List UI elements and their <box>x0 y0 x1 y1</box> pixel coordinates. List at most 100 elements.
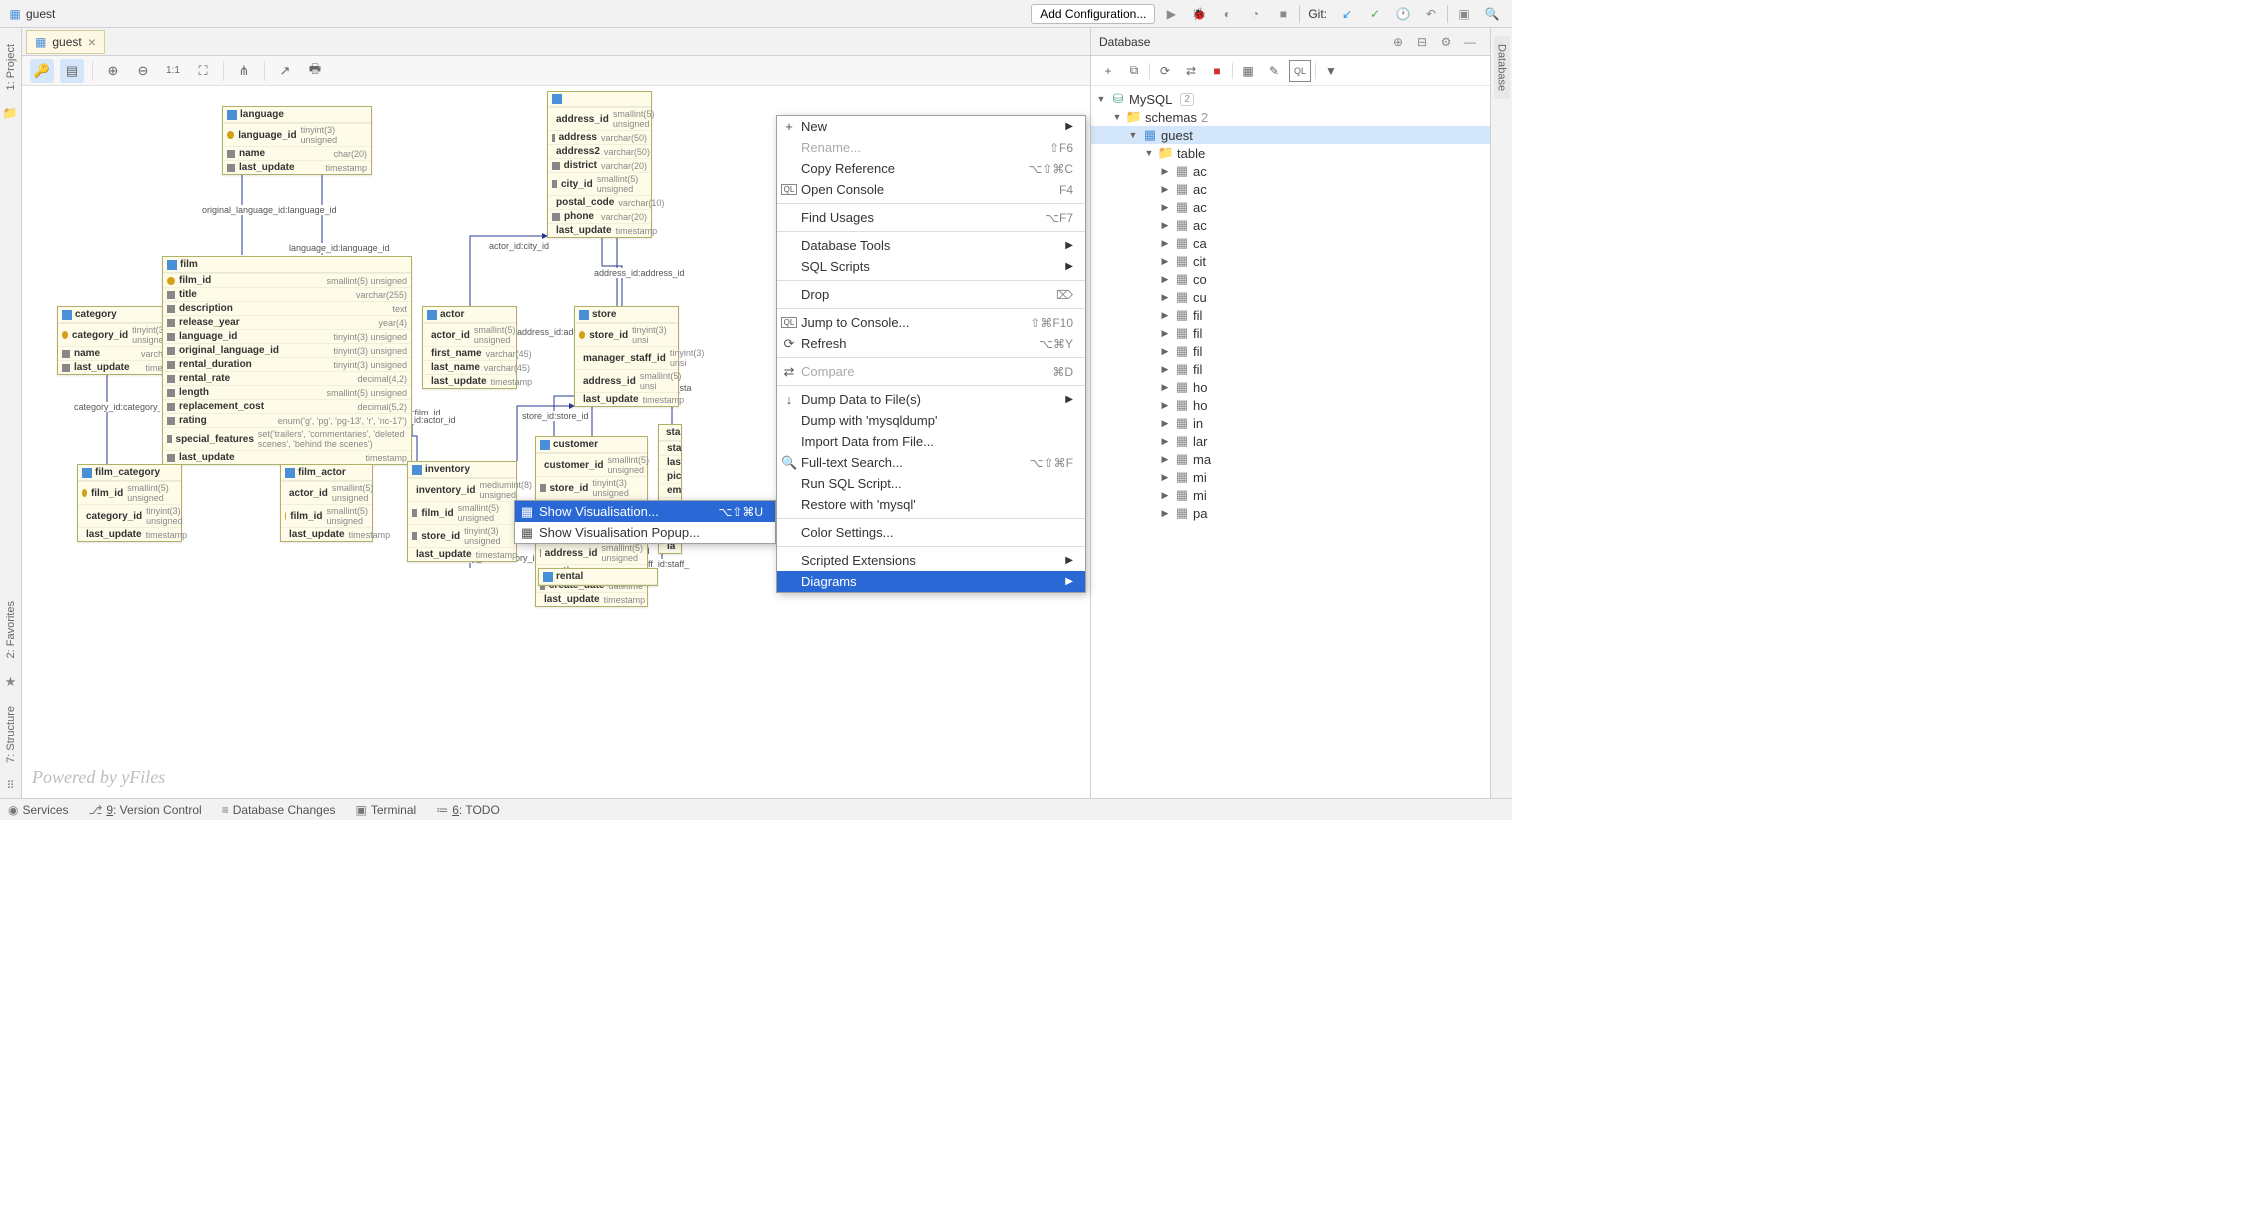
tree-table-item[interactable]: ▶▦in <box>1091 414 1490 432</box>
tree-schemas[interactable]: ▼📁schemas 2 <box>1091 108 1490 126</box>
zoom-out-button[interactable]: ⊖ <box>131 59 155 83</box>
layout-button[interactable]: ⋔ <box>232 59 256 83</box>
tree-table-item[interactable]: ▶▦pa <box>1091 504 1490 522</box>
stop-button[interactable]: ■ <box>1206 60 1228 82</box>
profile-icon[interactable]: ◔ <box>1243 2 1267 26</box>
menu-find-usages[interactable]: Find Usages⌥F7 <box>777 207 1085 228</box>
tree-table-item[interactable]: ▶▦mi <box>1091 468 1490 486</box>
entity-language[interactable]: languagelanguage_idtinyint(3) unsignedna… <box>222 106 372 175</box>
tree-table-item[interactable]: ▶▦ho <box>1091 378 1490 396</box>
entity-[interactable]: address_idsmallint(5) unsignedaddressvar… <box>547 91 652 238</box>
menu-restore-mysql[interactable]: Restore with 'mysql' <box>777 494 1085 515</box>
menu-jump-to-console[interactable]: QLJump to Console...⇧⌘F10 <box>777 312 1085 333</box>
menu-run-sql-script[interactable]: Run SQL Script... <box>777 473 1085 494</box>
zoom-in-button[interactable]: ⊕ <box>101 59 125 83</box>
show-visualisation-item[interactable]: ▦ Show Visualisation... ⌥⇧⌘U <box>515 501 775 522</box>
entity-film_actor[interactable]: film_actoractor_idsmallint(5) unsignedfi… <box>280 464 373 542</box>
print-button[interactable]: 🖶 <box>303 59 327 83</box>
edit-button[interactable]: ✎ <box>1263 60 1285 82</box>
tree-table-item[interactable]: ▶▦ma <box>1091 450 1490 468</box>
db-changes-button[interactable]: ≡Database Changes <box>222 803 336 817</box>
todo-button[interactable]: ≔6: TODO <box>436 803 500 817</box>
menu-dump-data-to-files[interactable]: ↓Dump Data to File(s)▶ <box>777 389 1085 410</box>
sync-button[interactable]: ⇄ <box>1180 60 1202 82</box>
git-commit-icon[interactable]: ✓ <box>1363 2 1387 26</box>
menu-sql-scripts[interactable]: SQL Scripts▶ <box>777 256 1085 277</box>
entity-store[interactable]: storestore_idtinyint(3) unsimanager_staf… <box>574 306 679 407</box>
entity-film[interactable]: filmfilm_idsmallint(5) unsignedtitlevarc… <box>162 256 412 465</box>
diagrams-submenu[interactable]: ▦ Show Visualisation... ⌥⇧⌘U ▦ Show Visu… <box>514 500 776 544</box>
tree-table-item[interactable]: ▶▦ho <box>1091 396 1490 414</box>
tree-table-item[interactable]: ▶▦fil <box>1091 342 1490 360</box>
tree-table-item[interactable]: ▶▦lar <box>1091 432 1490 450</box>
tree-root[interactable]: ▼⛁MySQL2 <box>1091 90 1490 108</box>
entity-inventory[interactable]: inventoryinventory_idmediumint(8) unsign… <box>407 461 517 562</box>
console-button[interactable]: QL <box>1289 60 1311 82</box>
terminal-button[interactable]: ▣Terminal <box>356 803 417 817</box>
minimize-icon[interactable]: — <box>1458 30 1482 54</box>
export-button[interactable]: ↗ <box>273 59 297 83</box>
menu-compare[interactable]: ⇄Compare⌘D <box>777 361 1085 382</box>
target-icon[interactable]: ⊕ <box>1386 30 1410 54</box>
entity-actor[interactable]: actoractor_idsmallint(5) unsignedfirst_n… <box>422 306 517 389</box>
tree-table-item[interactable]: ▶▦ac <box>1091 162 1490 180</box>
show-visualisation-popup-item[interactable]: ▦ Show Visualisation Popup... <box>515 522 775 543</box>
services-button[interactable]: ◉Services <box>8 803 69 817</box>
history-icon[interactable]: 🕐 <box>1391 2 1415 26</box>
add-configuration-button[interactable]: Add Configuration... <box>1031 4 1155 24</box>
tree-tables[interactable]: ▼📁table <box>1091 144 1490 162</box>
coverage-icon[interactable]: ◐ <box>1215 2 1239 26</box>
entity-rental[interactable]: rental <box>538 568 658 586</box>
tree-guest[interactable]: ▼▦guest <box>1091 126 1490 144</box>
refresh-button[interactable]: ⟳ <box>1154 60 1176 82</box>
zoom-reset-button[interactable]: 1:1 <box>161 59 185 83</box>
tree-table-item[interactable]: ▶▦ac <box>1091 180 1490 198</box>
scroll-icon[interactable]: ⊟ <box>1410 30 1434 54</box>
tree-table-item[interactable]: ▶▦ac <box>1091 216 1490 234</box>
structure-tab[interactable]: 7: Structure <box>3 698 19 771</box>
project-tab[interactable]: 1: Project <box>3 36 19 98</box>
menu-refresh[interactable]: ⟳Refresh⌥⌘Y <box>777 333 1085 354</box>
menu-open-console[interactable]: QLOpen ConsoleF4 <box>777 179 1085 200</box>
tree-table-item[interactable]: ▶▦ac <box>1091 198 1490 216</box>
menu-scripted-extensions[interactable]: Scripted Extensions▶ <box>777 550 1085 571</box>
database-tree[interactable]: ▼⛁MySQL2▼📁schemas 2▼▦guest▼📁table▶▦ac▶▦a… <box>1091 86 1490 798</box>
menu-dump-mysqldump[interactable]: Dump with 'mysqldump' <box>777 410 1085 431</box>
editor-tab-guest[interactable]: ▦ guest × <box>26 30 105 54</box>
tree-table-item[interactable]: ▶▦fil <box>1091 324 1490 342</box>
table-button[interactable]: ▦ <box>1237 60 1259 82</box>
menu-database-tools[interactable]: Database Tools▶ <box>777 235 1085 256</box>
ide-scripting-icon[interactable]: ▣ <box>1452 2 1476 26</box>
revert-icon[interactable]: ↶ <box>1419 2 1443 26</box>
menu-diagrams[interactable]: Diagrams▶ <box>777 571 1085 592</box>
close-icon[interactable]: × <box>88 34 96 50</box>
settings-icon[interactable]: ⚙ <box>1434 30 1458 54</box>
tree-table-item[interactable]: ▶▦co <box>1091 270 1490 288</box>
tree-table-item[interactable]: ▶▦fil <box>1091 360 1490 378</box>
stop-icon[interactable]: ■ <box>1271 2 1295 26</box>
menu-import-data-from-file[interactable]: Import Data from File... <box>777 431 1085 452</box>
menu-rename[interactable]: Rename...⇧F6 <box>777 137 1085 158</box>
entity-film_category[interactable]: film_categoryfilm_idsmallint(5) unsigned… <box>77 464 182 542</box>
tree-table-item[interactable]: ▶▦mi <box>1091 486 1490 504</box>
tree-table-item[interactable]: ▶▦cu <box>1091 288 1490 306</box>
favorites-tab[interactable]: 2: Favorites <box>3 593 19 666</box>
context-menu[interactable]: +New▶Rename...⇧F6Copy Reference⌥⇧⌘CQLOpe… <box>776 115 1086 593</box>
git-update-icon[interactable]: ↙ <box>1335 2 1359 26</box>
tree-table-item[interactable]: ▶▦ca <box>1091 234 1490 252</box>
menu-fulltext-search[interactable]: 🔍Full-text Search...⌥⇧⌘F <box>777 452 1085 473</box>
duplicate-button[interactable]: ⧉ <box>1123 60 1145 82</box>
search-everywhere-icon[interactable]: 🔍 <box>1480 2 1504 26</box>
database-tab[interactable]: Database <box>1494 36 1510 99</box>
all-columns-button[interactable]: ▤ <box>60 59 84 83</box>
tree-table-item[interactable]: ▶▦fil <box>1091 306 1490 324</box>
key-columns-button[interactable]: 🔑 <box>30 59 54 83</box>
run-icon[interactable]: ▶ <box>1159 2 1183 26</box>
debug-icon[interactable]: 🐞 <box>1187 2 1211 26</box>
tree-table-item[interactable]: ▶▦cit <box>1091 252 1490 270</box>
menu-drop[interactable]: Drop⌦ <box>777 284 1085 305</box>
menu-new[interactable]: +New▶ <box>777 116 1085 137</box>
menu-color-settings[interactable]: Color Settings... <box>777 522 1085 543</box>
filter-button[interactable]: ▼ <box>1320 60 1342 82</box>
menu-copy-reference[interactable]: Copy Reference⌥⇧⌘C <box>777 158 1085 179</box>
